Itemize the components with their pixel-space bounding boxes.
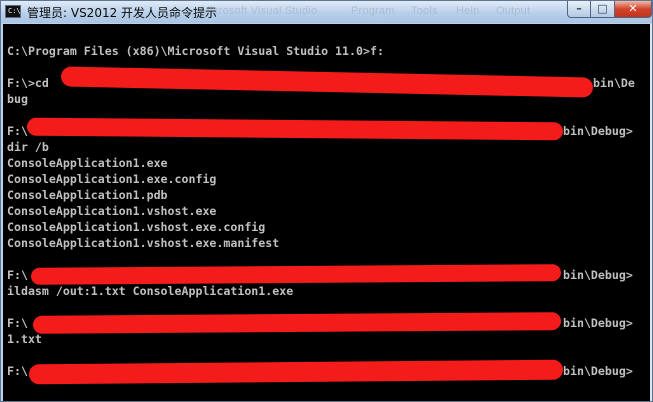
console-line: ildasm /out:1.txt ConsoleApplication1.ex… xyxy=(7,284,294,298)
console-line: C:\Program Files (x86)\Microsoft Visual … xyxy=(7,44,384,58)
title-bar[interactable]: Microsoft Visual Studio Program Tools He… xyxy=(1,1,652,23)
command-prompt-window: Microsoft Visual Studio Program Tools He… xyxy=(0,0,653,402)
background-tab-text: Program xyxy=(351,5,395,17)
maximize-button[interactable]: □ xyxy=(590,1,615,18)
console-line: 1.txt xyxy=(7,332,42,346)
console-line: F:\ xyxy=(7,124,28,138)
console-line: F:\ xyxy=(7,268,28,282)
console-line: F:\ xyxy=(7,316,28,330)
console-output[interactable]: C:\Program Files (x86)\Microsoft Visual … xyxy=(3,24,650,401)
maximize-icon: □ xyxy=(597,2,608,15)
console-line: ConsoleApplication1.exe xyxy=(7,156,168,170)
console-line: ConsoleApplication1.vshost.exe.config xyxy=(7,220,266,234)
redaction-mark xyxy=(60,66,594,98)
background-tab-text: Help xyxy=(456,5,480,17)
console-line: bin\Debug> xyxy=(563,364,633,378)
background-tab-text: Output xyxy=(496,5,531,17)
redaction-mark xyxy=(28,359,564,385)
console-icon[interactable]: C:\ xyxy=(5,5,21,18)
close-icon: ✕ xyxy=(628,2,638,15)
console-line: bin\Debug> xyxy=(563,124,633,138)
console-line: ConsoleApplication1.exe.config xyxy=(7,172,217,186)
minimize-button[interactable]: – xyxy=(567,1,591,18)
console-line: F:\>cd xyxy=(7,76,49,90)
window-title: 管理员: VS2012 开发人员命令提示 xyxy=(27,6,218,20)
console-line: bin\De xyxy=(593,76,635,90)
redaction-mark xyxy=(26,117,564,141)
console-line: bin\Debug> xyxy=(563,268,633,282)
console-line: ConsoleApplication1.pdb xyxy=(7,188,168,202)
redaction-mark xyxy=(30,264,562,285)
console-line: dir /b xyxy=(7,140,49,154)
console-line: F:\ xyxy=(7,364,28,378)
console-line: ConsoleApplication1.vshost.exe.manifest xyxy=(7,236,280,250)
console-line: bug xyxy=(7,92,28,106)
console-line: ConsoleApplication1.vshost.exe xyxy=(7,204,217,218)
minimize-icon: – xyxy=(576,2,582,15)
background-tab-text: Tools xyxy=(411,5,438,17)
console-line: bin\Debug> xyxy=(563,316,633,330)
redaction-mark xyxy=(32,312,562,334)
background-tab-text: Microsoft Visual Studio xyxy=(201,5,318,17)
close-button[interactable]: ✕ xyxy=(614,1,652,18)
